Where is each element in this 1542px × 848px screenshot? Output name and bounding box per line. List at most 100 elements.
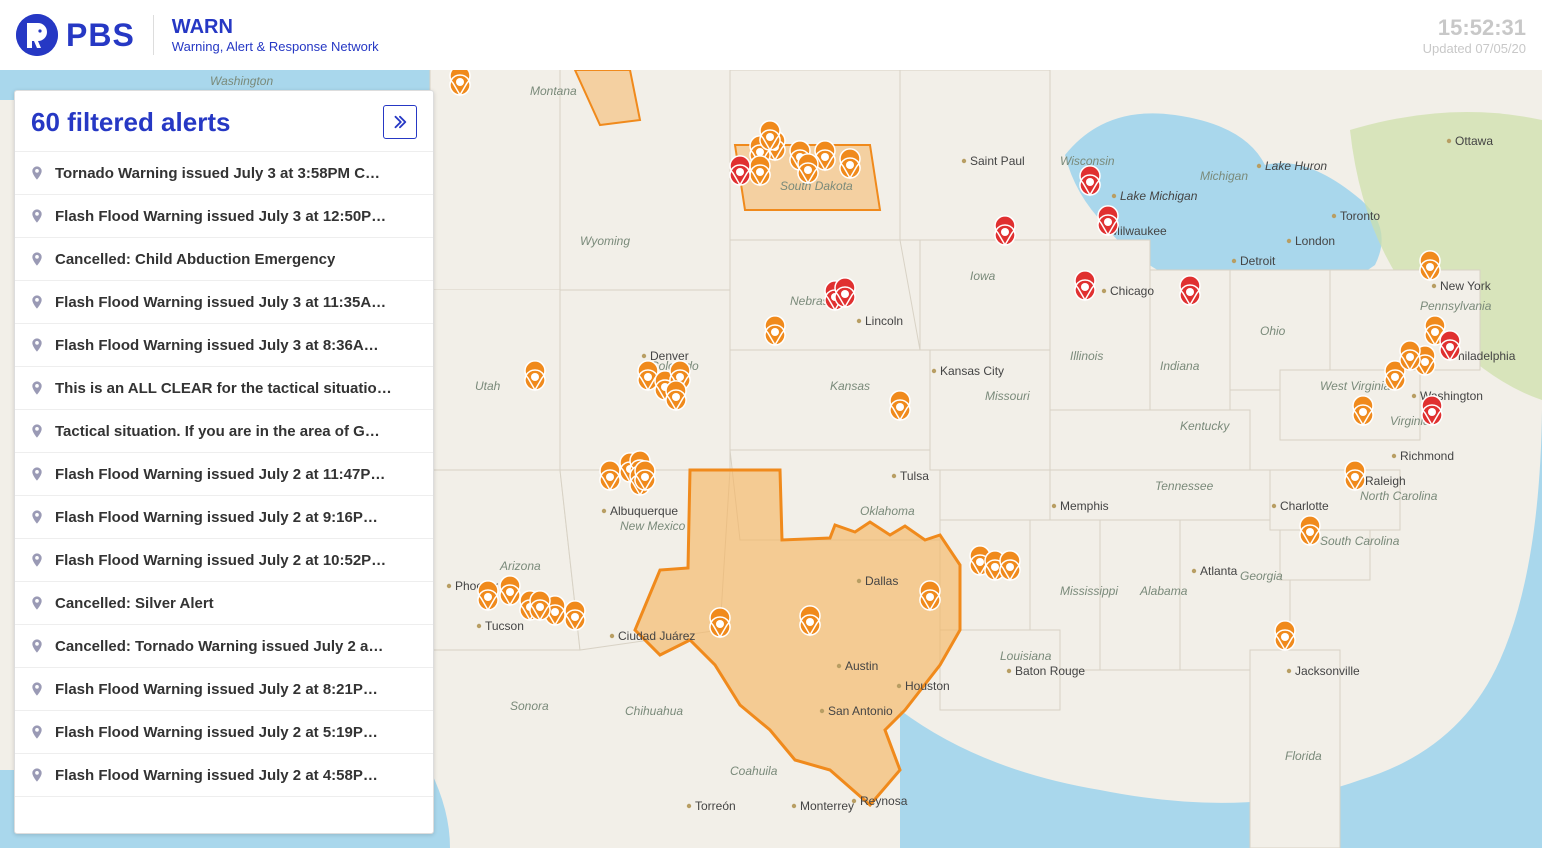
state-label: Montana [530,84,577,98]
alert-text: Cancelled: Tornado Warning issued July 2… [55,638,383,655]
alert-text: Flash Flood Warning issued July 2 at 10:… [55,552,386,569]
map-marker[interactable] [840,149,860,178]
state-label: South Carolina [1320,534,1400,548]
state-label: Chihuahua [625,704,683,718]
city-label: Lake Huron [1265,159,1327,173]
clock: 15:52:31 Updated 07/05/20 [1423,15,1526,56]
city-label: Baton Rouge [1015,664,1085,678]
collapse-button[interactable] [383,105,417,139]
state-label: Kansas [830,379,870,393]
map-marker[interactable] [920,581,940,610]
map-marker[interactable] [1180,276,1200,305]
main: WashingtonMontanaWyomingUtahArizonaColor… [0,70,1542,848]
map-marker[interactable] [565,601,585,630]
state-label: West Virginia [1320,379,1391,393]
alert-item[interactable]: Flash Flood Warning issued July 2 at 4:5… [15,754,433,797]
state-label: Utah [475,379,501,393]
alert-text: Flash Flood Warning issued July 2 at 4:5… [55,767,378,784]
map-marker[interactable] [730,156,750,185]
state-label: Washington [210,74,273,88]
map-marker[interactable] [500,576,520,605]
map-marker[interactable] [765,316,785,345]
map-marker[interactable] [1353,396,1373,425]
map-marker[interactable] [1400,341,1420,370]
city-label: San Antonio [828,704,893,718]
state-label: Tennessee [1155,479,1214,493]
map-marker[interactable] [798,154,818,183]
header-divider [153,15,154,55]
map-marker[interactable] [835,278,855,307]
pin-icon [29,249,45,269]
pin-icon [29,636,45,656]
map-marker[interactable] [666,381,686,410]
map-marker[interactable] [450,70,470,95]
alert-item[interactable]: Flash Flood Warning issued July 3 at 11:… [15,281,433,324]
alerts-panel: 60 filtered alerts Tornado Warning issue… [14,90,434,834]
map-marker[interactable] [995,216,1015,245]
map-marker[interactable] [760,121,780,150]
map-marker[interactable] [710,608,730,637]
map-marker[interactable] [600,461,620,490]
map-marker[interactable] [1422,396,1442,425]
map-marker[interactable] [1275,621,1295,650]
alert-item[interactable]: This is an ALL CLEAR for the tactical si… [15,367,433,410]
alert-item[interactable]: Flash Flood Warning issued July 3 at 12:… [15,195,433,238]
city-label: Lake Michigan [1120,189,1198,203]
map-marker[interactable] [638,361,658,390]
map-marker[interactable] [1000,551,1020,580]
state-label: South Dakota [780,179,853,193]
state-label: Wyoming [580,234,630,248]
alert-item[interactable]: Flash Flood Warning issued July 2 at 5:1… [15,711,433,754]
map-marker[interactable] [1420,251,1440,280]
city-label: Toronto [1340,209,1380,223]
alert-item[interactable]: Flash Flood Warning issued July 2 at 9:1… [15,496,433,539]
alert-text: This is an ALL CLEAR for the tactical si… [55,380,392,397]
state-label: Ohio [1260,324,1286,338]
city-label: Ciudad Juárez [618,629,695,643]
city-label: Ottawa [1455,134,1493,148]
map-marker[interactable] [635,461,655,490]
alert-item[interactable]: Tactical situation. If you are in the ar… [15,410,433,453]
pin-icon [29,507,45,527]
city-label: Detroit [1240,254,1276,268]
map-marker[interactable] [750,156,770,185]
alert-item[interactable]: Cancelled: Tornado Warning issued July 2… [15,625,433,668]
alert-item[interactable]: Tornado Warning issued July 3 at 3:58PM … [15,152,433,195]
map-marker[interactable] [1440,331,1460,360]
map-marker[interactable] [478,581,498,610]
pin-icon [29,206,45,226]
map-marker[interactable] [1098,206,1118,235]
state-label: Coahuila [730,764,778,778]
map-marker[interactable] [1075,271,1095,300]
map-marker[interactable] [1300,516,1320,545]
title-block: WARN Warning, Alert & Response Network [172,16,379,54]
city-label: Atlanta [1200,564,1238,578]
map-marker[interactable] [530,591,550,620]
alert-item[interactable]: Flash Flood Warning issued July 3 at 8:3… [15,324,433,367]
brand-text: PBS [66,17,135,54]
alert-text: Flash Flood Warning issued July 2 at 9:1… [55,509,378,526]
city-label: Jacksonville [1295,664,1360,678]
alert-item[interactable]: Cancelled: Child Abduction Emergency [15,238,433,281]
city-label: Charlotte [1280,499,1329,513]
alert-text: Flash Flood Warning issued July 2 at 5:1… [55,724,378,741]
clock-time: 15:52:31 [1423,15,1526,41]
alert-text: Cancelled: Child Abduction Emergency [55,251,335,268]
alert-item[interactable]: Cancelled: Silver Alert [15,582,433,625]
alert-item[interactable]: Flash Flood Warning issued July 2 at 8:2… [15,668,433,711]
map-marker[interactable] [800,606,820,635]
map-marker[interactable] [525,361,545,390]
state-label: Alabama [1139,584,1188,598]
alert-text: Flash Flood Warning issued July 3 at 8:3… [55,337,379,354]
map-marker[interactable] [1345,461,1365,490]
city-label: New York [1440,279,1492,293]
alert-item[interactable]: Flash Flood Warning issued July 2 at 10:… [15,539,433,582]
alert-list[interactable]: Tornado Warning issued July 3 at 3:58PM … [15,152,433,833]
pin-icon [29,163,45,183]
state-label: Louisiana [1000,649,1052,663]
pbs-head-icon [16,14,58,56]
alert-item[interactable]: Flash Flood Warning issued July 2 at 11:… [15,453,433,496]
header: PBS WARN Warning, Alert & Response Netwo… [0,0,1542,70]
map-marker[interactable] [890,391,910,420]
map-marker[interactable] [1080,166,1100,195]
